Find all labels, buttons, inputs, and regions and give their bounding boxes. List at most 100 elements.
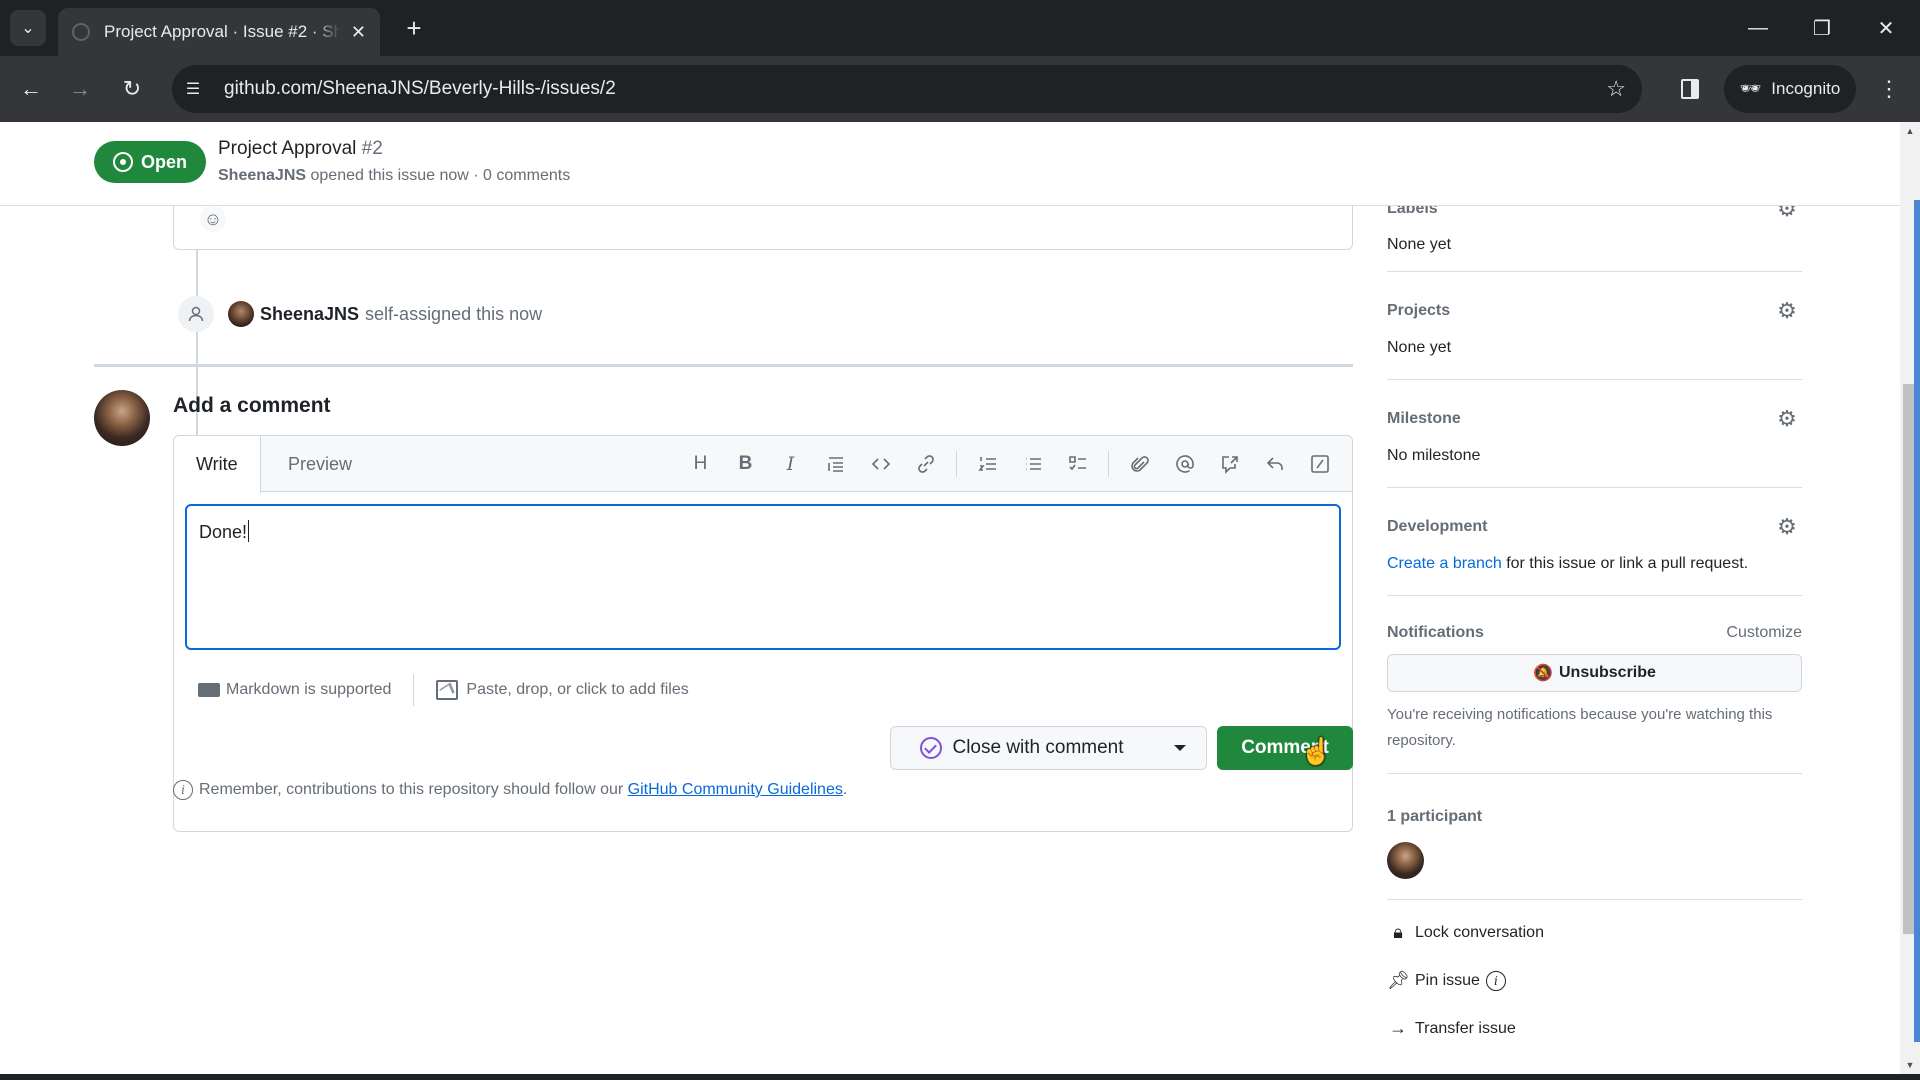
site-info-icon[interactable]: ☰: [182, 78, 204, 100]
address-bar[interactable]: ☰ github.com/SheenaJNS/Beverly-Hills-/is…: [172, 65, 1642, 113]
numbered-list-icon[interactable]: [965, 446, 1010, 482]
heading-icon[interactable]: H: [678, 446, 723, 482]
avatar[interactable]: [94, 390, 150, 446]
sidebar-notifications: Notifications Customize 🔕 Unsubscribe Yo…: [1387, 596, 1802, 774]
reference-icon[interactable]: [1207, 446, 1252, 482]
mention-icon[interactable]: [1162, 446, 1207, 482]
comment-text: Done!: [199, 522, 248, 542]
close-with-comment-button[interactable]: Close with comment: [890, 726, 1154, 770]
pin-label: Pin issue: [1415, 971, 1480, 989]
footer-divider: [413, 674, 415, 706]
attach-icon[interactable]: [1117, 446, 1162, 482]
caret-down-icon: [1173, 745, 1186, 751]
markdown-supported-link[interactable]: Markdown is supported: [226, 681, 391, 699]
mouse-pointer-hand-icon: ☝: [1300, 736, 1333, 766]
tab-preview[interactable]: Preview: [266, 436, 374, 493]
browser-tab[interactable]: Project Approval · Issue #2 · SheenaJNS/…: [58, 8, 380, 56]
avatar[interactable]: [228, 301, 254, 327]
development-heading[interactable]: Development: [1387, 518, 1487, 536]
bell-slash-icon: 🔕: [1533, 665, 1553, 682]
gear-icon[interactable]: ⚙: [1776, 300, 1798, 322]
bookmark-star-icon[interactable]: ☆: [1606, 76, 1626, 102]
projects-value: None yet: [1387, 339, 1452, 356]
unordered-list-icon[interactable]: [1010, 446, 1055, 482]
tab-search-button[interactable]: ⌄: [10, 10, 46, 46]
issue-meta-text: opened this issue now · 0 comments: [310, 167, 571, 184]
forward-button[interactable]: →: [62, 71, 98, 107]
milestone-heading[interactable]: Milestone: [1387, 410, 1461, 428]
info-icon[interactable]: i: [1485, 970, 1506, 991]
community-guidelines-link[interactable]: GitHub Community Guidelines: [628, 781, 843, 799]
sidebar-milestone: Milestone ⚙ No milestone: [1387, 380, 1802, 488]
issue-author-link[interactable]: SheenaJNS: [218, 167, 306, 184]
sidebar-participants: 1 participant: [1387, 774, 1802, 900]
link-icon[interactable]: [903, 446, 948, 482]
back-button[interactable]: ←: [13, 71, 49, 107]
timeline-divider: [94, 364, 1353, 367]
create-branch-link[interactable]: Create a branch: [1387, 555, 1502, 572]
markdown-toolbar: H B I: [678, 436, 1342, 492]
minimize-button[interactable]: —: [1738, 10, 1778, 46]
url-text: github.com/SheenaJNS/Beverly-Hills-/issu…: [224, 78, 616, 99]
reply-icon[interactable]: [1252, 446, 1297, 482]
new-tab-button[interactable]: +: [398, 12, 430, 44]
previous-comment-box: ☺: [173, 206, 1353, 250]
scroll-down-arrow-icon[interactable]: ▼: [1900, 1056, 1920, 1074]
close-tab-icon[interactable]: ✕: [351, 22, 366, 43]
toolbar-divider: [1108, 451, 1109, 477]
event-user-link[interactable]: SheenaJNS: [260, 304, 359, 325]
lock-conversation-button[interactable]: 🔒︎ Lock conversation: [1387, 922, 1544, 943]
task-list-icon[interactable]: [1055, 446, 1100, 482]
tab-title: Project Approval · Issue #2 · SheenaJNS/…: [104, 22, 341, 41]
issue-sidebar: Labels ⚙ None yet Projects ⚙ None yet Mi…: [1387, 198, 1802, 1060]
gear-icon[interactable]: ⚙: [1776, 408, 1798, 430]
unsubscribe-label: Unsubscribe: [1559, 664, 1656, 681]
comment-submit-button[interactable]: Comment: [1217, 726, 1353, 770]
customize-link[interactable]: Customize: [1726, 624, 1802, 642]
issue-open-icon: [112, 152, 133, 172]
side-panel-button[interactable]: [1672, 71, 1708, 107]
window-close-button[interactable]: ✕: [1866, 10, 1906, 46]
close-options-dropdown[interactable]: [1153, 726, 1207, 770]
restore-button[interactable]: ❐: [1802, 10, 1842, 46]
gear-icon[interactable]: ⚙: [1776, 516, 1798, 538]
add-files-link[interactable]: Paste, drop, or click to add files: [466, 681, 688, 699]
transfer-issue-button[interactable]: → Transfer issue: [1387, 1018, 1516, 1039]
add-reaction-button[interactable]: ☺: [200, 206, 226, 232]
reload-button[interactable]: ↻: [114, 71, 150, 107]
slash-commands-icon[interactable]: [1297, 446, 1342, 482]
browser-menu-button[interactable]: ⋮: [1874, 71, 1904, 107]
incognito-label: Incognito: [1771, 79, 1841, 98]
timeline-event-assigned: SheenaJNS self-assigned this now: [178, 294, 542, 334]
issue-closed-check-icon: [920, 737, 943, 759]
code-icon[interactable]: [858, 446, 903, 482]
incognito-indicator[interactable]: 🕶 Incognito: [1724, 65, 1856, 113]
window-bottom-edge: [0, 1074, 1920, 1080]
sidebar-actions: 🔒︎ Lock conversation 📌︎ Pin issue i → Tr…: [1387, 900, 1802, 1060]
italic-icon[interactable]: I: [768, 446, 813, 482]
person-icon: [178, 296, 214, 332]
status-label: Open: [140, 151, 187, 172]
pin-issue-button[interactable]: 📌︎ Pin issue i: [1387, 970, 1506, 991]
comment-editor: Write Preview H B I Done! Markdown is su…: [173, 435, 1353, 832]
info-icon: i: [173, 780, 193, 800]
quote-icon[interactable]: [813, 446, 858, 482]
tab-write[interactable]: Write: [174, 436, 261, 493]
editor-footer: Markdown is supported Paste, drop, or cl…: [174, 662, 1352, 718]
edge-highlight: [1914, 200, 1920, 1042]
development-value: Create a branch for this issue or link a…: [1387, 555, 1748, 573]
notifications-heading: Notifications: [1387, 624, 1484, 641]
pin-icon: 📌︎: [1387, 970, 1410, 990]
scroll-up-arrow-icon[interactable]: ▲: [1900, 122, 1920, 140]
guidelines-suffix: .: [842, 781, 848, 798]
guidelines-text: Remember, contributions to this reposito…: [199, 781, 624, 798]
bold-icon[interactable]: B: [723, 446, 768, 482]
unsubscribe-button[interactable]: 🔕 Unsubscribe: [1387, 654, 1802, 692]
issue-title: Project Approval #2: [218, 138, 383, 160]
incognito-icon: 🕶: [1739, 79, 1762, 98]
participant-avatar[interactable]: [1387, 842, 1424, 879]
comment-textarea[interactable]: Done!: [185, 504, 1341, 650]
issue-meta: SheenaJNS opened this issue now · 0 comm…: [218, 167, 570, 185]
side-panel-icon: [1681, 79, 1699, 99]
projects-heading[interactable]: Projects: [1387, 302, 1450, 320]
